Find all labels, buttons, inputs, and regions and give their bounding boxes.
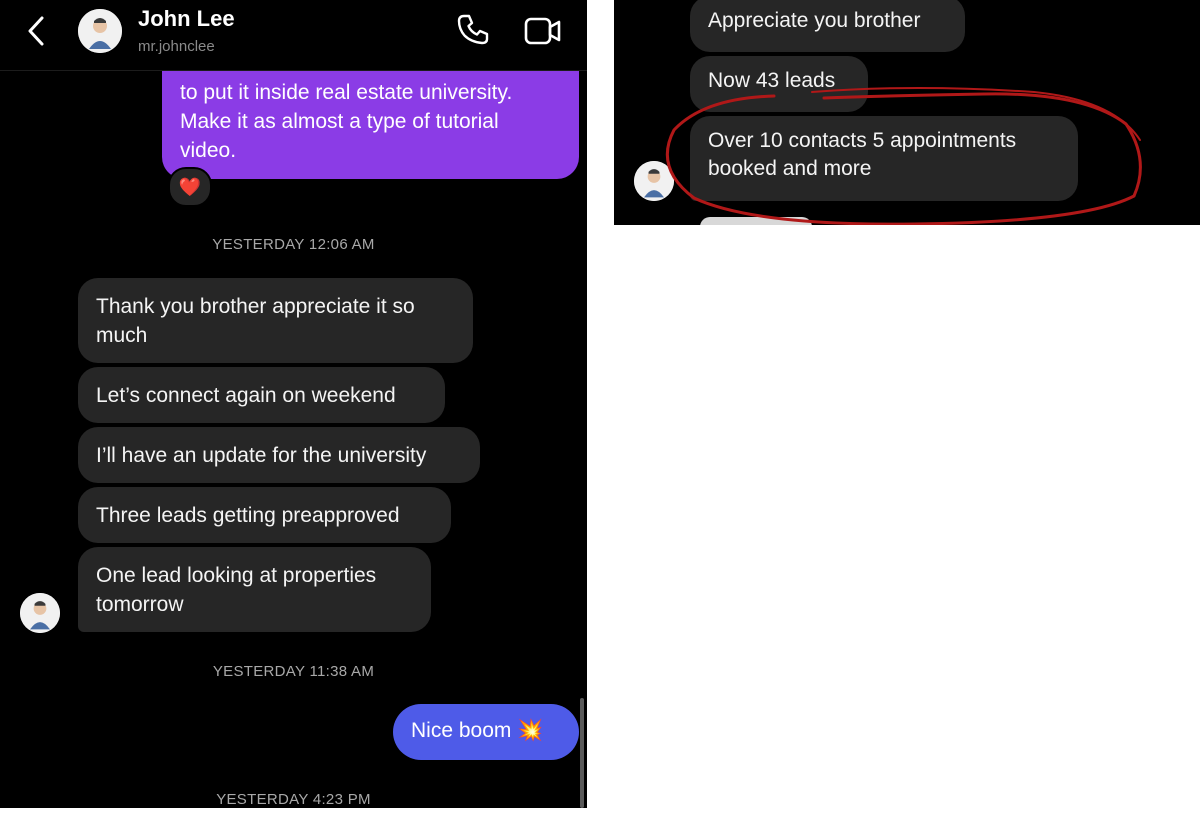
- incoming-message-bubble[interactable]: One lead looking at properties tomorrow: [78, 547, 431, 632]
- message-text: Appreciate you brother: [708, 9, 921, 32]
- chat-header: John Lee mr.johnclee: [0, 0, 587, 71]
- contact-name[interactable]: John Lee: [138, 6, 235, 32]
- incoming-message-bubble[interactable]: Thank you brother appreciate it so much: [78, 278, 473, 363]
- incoming-message-bubble[interactable]: Let’s connect again on weekend: [78, 367, 445, 423]
- chat-screen-crop: Appreciate you brother Now 43 leads Over…: [614, 0, 1200, 225]
- message-text: One lead looking at properties tomorrow: [96, 564, 377, 616]
- incoming-message-bubble[interactable]: Over 10 contacts 5 appointments booked a…: [690, 116, 1078, 201]
- incoming-message-bubble[interactable]: Three leads getting preapproved: [78, 487, 451, 543]
- outgoing-message-bubble[interactable]: to put it inside real estate university.…: [162, 58, 579, 179]
- incoming-message-bubble[interactable]: Appreciate you brother: [690, 0, 965, 52]
- message-text: Over 10 contacts 5 appointments booked a…: [708, 129, 1017, 180]
- chat-screen: John Lee mr.johnclee to put it inside re…: [0, 0, 587, 808]
- avatar-icon: [634, 161, 674, 201]
- message-text: I’ll have an update for the university: [96, 444, 427, 467]
- sender-avatar[interactable]: [20, 593, 60, 633]
- message-text: Thank you brother appreciate it so much: [96, 295, 415, 347]
- video-call-button[interactable]: [523, 13, 563, 49]
- phone-icon: [457, 14, 489, 45]
- video-camera-icon: [524, 17, 561, 45]
- outgoing-message-bubble[interactable]: Nice boom 💥: [393, 704, 579, 760]
- message-line: to put it inside real estate university.: [180, 81, 513, 104]
- incoming-message-bubble[interactable]: Now 43 leads: [690, 56, 868, 112]
- contact-username: mr.johnclee: [138, 38, 215, 55]
- heart-icon: ❤️: [178, 176, 202, 197]
- incoming-message-bubble[interactable]: I’ll have an update for the university: [78, 427, 480, 483]
- timestamp: YESTERDAY 11:38 AM: [212, 663, 375, 680]
- message-text: Three leads getting preapproved: [96, 504, 400, 527]
- scrollbar[interactable]: [580, 698, 584, 808]
- sender-avatar[interactable]: [634, 161, 674, 201]
- message-text: Let’s connect again on weekend: [96, 384, 396, 407]
- back-button[interactable]: [22, 14, 52, 48]
- heart-reaction[interactable]: ❤️: [168, 167, 212, 207]
- contact-avatar[interactable]: [78, 9, 122, 53]
- message-text: Now 43 leads: [708, 69, 836, 92]
- message-text: Nice boom 💥: [411, 719, 544, 742]
- incoming-message-bubble-partial: [700, 217, 812, 225]
- message-line: Make it as almost a type of tutorial: [180, 110, 499, 133]
- avatar-icon: [20, 593, 60, 633]
- message-line: video.: [180, 139, 237, 162]
- back-chevron-icon: [28, 16, 44, 46]
- timestamp: YESTERDAY 12:06 AM: [212, 236, 375, 253]
- voice-call-button[interactable]: [455, 12, 491, 48]
- avatar-icon: [78, 9, 122, 53]
- timestamp: YESTERDAY 4:23 PM: [216, 791, 371, 808]
